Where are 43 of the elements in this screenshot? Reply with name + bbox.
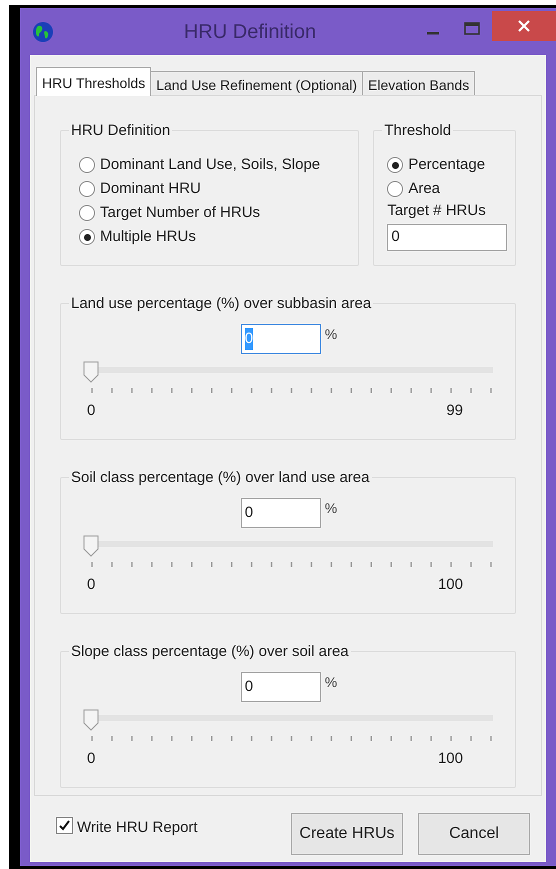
- min-label: 0: [87, 401, 96, 421]
- radio-button[interactable]: [387, 157, 404, 173]
- checkbox-label: Write HRU Report: [77, 818, 198, 838]
- radio-label: Multiple HRUs: [100, 226, 196, 247]
- radio-label: Dominant Land Use, Soils, Slope: [100, 154, 320, 175]
- unit-label: %: [324, 325, 338, 344]
- radio-button[interactable]: [79, 229, 95, 245]
- radio-label: Percentage: [408, 154, 486, 175]
- radio-button[interactable]: [79, 157, 95, 173]
- radio-label: Area: [408, 178, 440, 199]
- slider-thumb[interactable]: [83, 709, 99, 731]
- globe-icon: [32, 20, 54, 42]
- radio-button[interactable]: [79, 205, 95, 221]
- radio-label: Target Number of HRUs: [100, 202, 260, 223]
- dialog-button[interactable]: Create HRUs: [291, 813, 403, 855]
- checkbox[interactable]: [56, 817, 73, 834]
- radio-button[interactable]: [387, 181, 404, 197]
- close-icon: [517, 19, 531, 33]
- percent-field[interactable]: 0: [240, 498, 321, 528]
- target-label: Target # HRUs: [387, 201, 487, 221]
- tab[interactable]: Land Use Refinement (Optional): [150, 71, 364, 96]
- max-label: 100: [438, 575, 463, 595]
- percent-field[interactable]: 0: [240, 672, 321, 702]
- tab[interactable]: Elevation Bands: [362, 71, 476, 96]
- unit-label: %: [324, 499, 338, 518]
- radio-button[interactable]: [79, 181, 95, 197]
- min-label: 0: [87, 749, 96, 769]
- tab[interactable]: HRU Thresholds: [36, 67, 152, 96]
- max-label: 99: [446, 401, 463, 421]
- slider-thumb[interactable]: [83, 535, 99, 557]
- window-title: HRU Definition: [182, 20, 318, 44]
- radio-label: Dominant HRU: [100, 178, 201, 199]
- dialog-button[interactable]: Cancel: [418, 813, 530, 855]
- slider-thumb[interactable]: [83, 361, 99, 383]
- close-button[interactable]: [492, 11, 556, 41]
- slider[interactable]: [83, 709, 493, 731]
- maximize-icon[interactable]: [464, 22, 480, 36]
- slider[interactable]: [83, 535, 493, 557]
- target-field[interactable]: 0: [387, 224, 508, 250]
- slider[interactable]: [83, 361, 493, 383]
- min-label: 0: [87, 575, 96, 595]
- max-label: 100: [438, 749, 463, 769]
- unit-label: %: [324, 673, 338, 692]
